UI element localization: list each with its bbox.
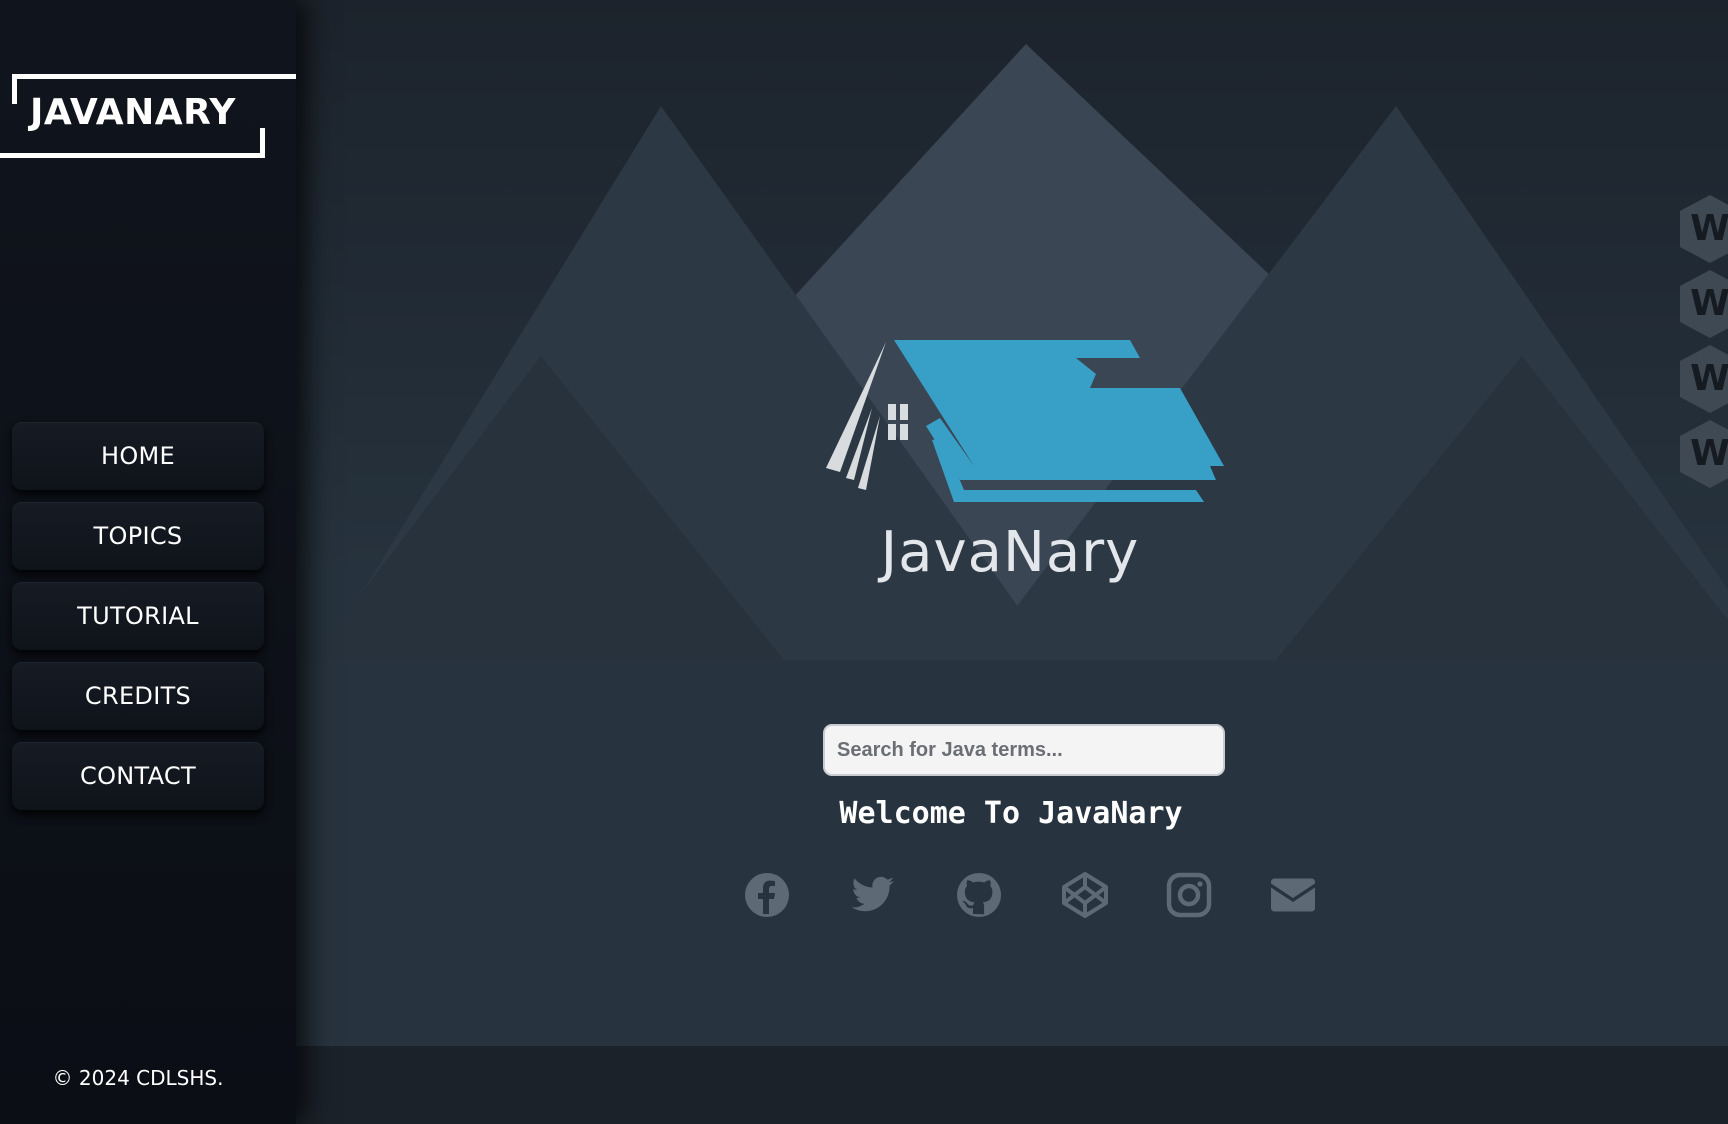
hex-badge-label: W	[1690, 358, 1728, 399]
nav-tutorial-button[interactable]: TUTORIAL	[12, 582, 264, 650]
site-logo[interactable]: JAVANARY	[0, 74, 296, 158]
logo-frame-bottom	[0, 153, 265, 158]
footer-bar	[296, 1046, 1728, 1124]
nav-home-button[interactable]: HOME	[12, 422, 264, 490]
hex-badge[interactable]: W	[1678, 343, 1728, 415]
copyright-text: © 2024 CDLSHS.	[52, 1066, 224, 1090]
nav-credits-button[interactable]: CREDITS	[12, 662, 264, 730]
hex-badge[interactable]: W	[1678, 268, 1728, 340]
hex-badge-label: W	[1690, 433, 1728, 474]
hex-badge[interactable]: W	[1678, 193, 1728, 265]
nav-topics-button[interactable]: TOPICS	[12, 502, 264, 570]
hex-badge-label: W	[1690, 283, 1728, 324]
instagram-icon[interactable]	[1164, 870, 1214, 920]
brand-name: JavaNary	[880, 520, 1140, 585]
hex-badge[interactable]: W	[1678, 418, 1728, 490]
main-nav: HOME TOPICS TUTORIAL CREDITS CONTACT	[12, 422, 264, 822]
side-badges: W W W W	[1678, 193, 1728, 493]
hex-badge-label: W	[1690, 208, 1728, 249]
facebook-icon[interactable]	[742, 870, 792, 920]
logo-text: JAVANARY	[30, 92, 236, 133]
main-content: W W W W JavaNary Welcome To JavaNary	[296, 0, 1728, 1046]
sidebar: JAVANARY HOME TOPICS TUTORIAL CREDITS CO…	[0, 0, 296, 1124]
javanary-logo-icon	[826, 340, 1224, 502]
background-lower-fill	[296, 660, 1728, 1046]
search-input[interactable]	[823, 724, 1225, 776]
github-icon[interactable]	[954, 870, 1004, 920]
logo-frame-right	[260, 128, 265, 158]
envelope-icon[interactable]	[1268, 870, 1318, 920]
welcome-heading: Welcome To JavaNary	[839, 796, 1183, 831]
logo-frame-top	[12, 74, 296, 79]
nav-contact-button[interactable]: CONTACT	[12, 742, 264, 810]
logo-frame-left	[12, 74, 17, 104]
codepen-icon[interactable]	[1060, 870, 1110, 920]
twitter-icon[interactable]	[848, 870, 898, 920]
